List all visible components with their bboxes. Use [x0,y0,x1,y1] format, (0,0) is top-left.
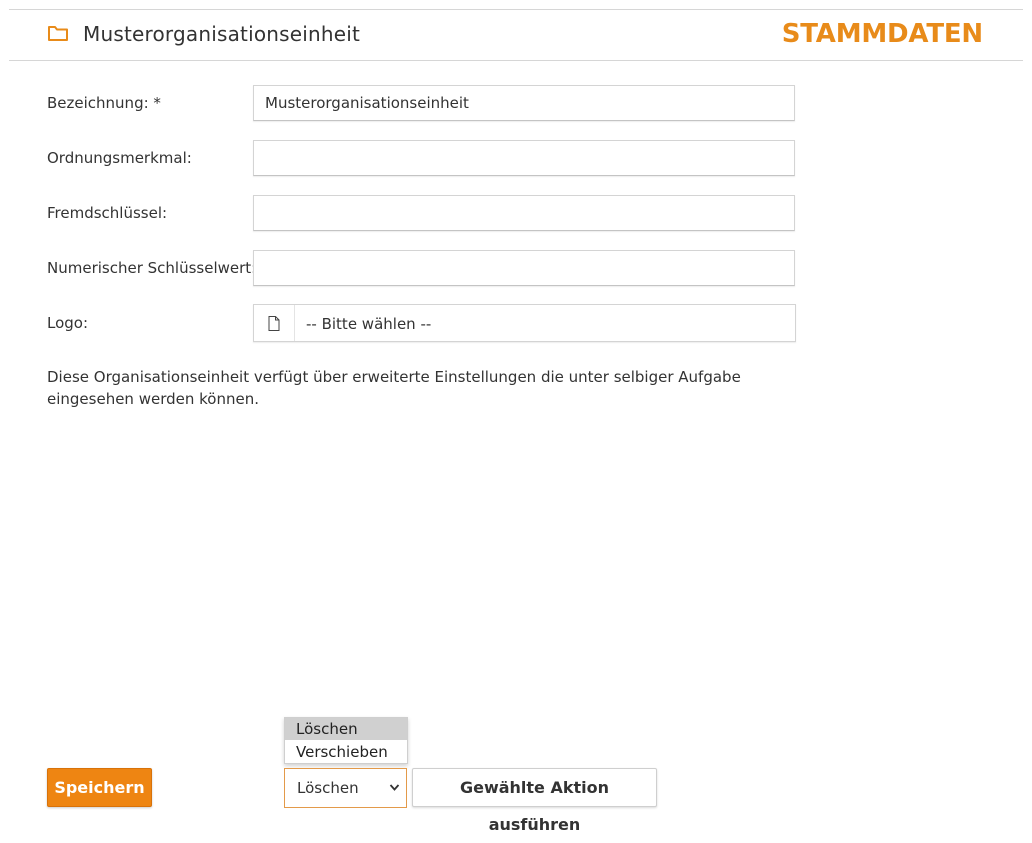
logo-value: -- Bitte wählen -- [306,315,432,333]
action-select-value: Löschen [297,779,359,797]
action-dropdown-list: Löschen Verschieben [284,717,408,764]
dropdown-option-verschieben[interactable]: Verschieben [285,741,407,763]
folder-icon [48,26,68,41]
chevron-down-icon [389,784,400,791]
bezeichnung-input[interactable] [253,85,795,121]
ordnungsmerkmal-label: Ordnungsmerkmal: [47,149,192,167]
numerischer-schluesselwert-input[interactable] [253,250,795,286]
file-icon [268,316,280,331]
page-header: Musterorganisationseinheit STAMMDATEN [9,10,1023,61]
section-tag: STAMMDATEN [781,19,983,49]
numerischer-schluesselwert-label: Numerischer Schlüsselwert: [47,259,257,277]
dropdown-option-loeschen[interactable]: Löschen [285,718,407,740]
bezeichnung-label: Bezeichnung: * [47,94,161,112]
logo-picker[interactable]: -- Bitte wählen -- [253,304,796,342]
page-title: Musterorganisationseinheit [83,22,361,46]
save-button[interactable]: Speichern [47,768,152,807]
logo-label: Logo: [47,314,89,332]
fremdschluessel-input[interactable] [253,195,795,231]
info-text: Diese Organisationseinheit verfügt über … [47,368,741,408]
ordnungsmerkmal-input[interactable] [253,140,795,176]
execute-action-button[interactable]: Gewählte Aktion ausführen [412,768,657,834]
action-select[interactable]: Löschen [284,768,407,808]
logo-file-button[interactable] [254,305,295,341]
fremdschluessel-label: Fremdschlüssel: [47,204,168,222]
